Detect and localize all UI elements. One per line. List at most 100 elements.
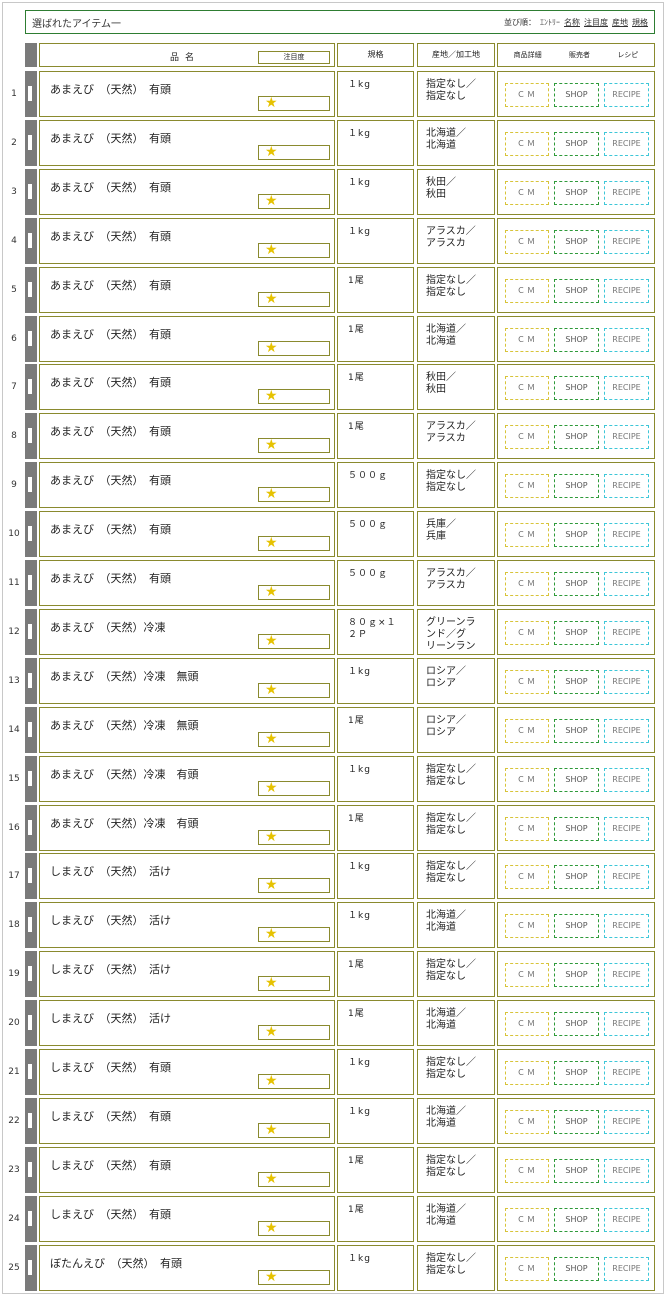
cm-button[interactable]: ＣＭ	[505, 865, 549, 889]
shop-button[interactable]: SHOP	[554, 817, 599, 841]
recipe-button[interactable]: RECIPE	[604, 328, 649, 352]
cm-button[interactable]: ＣＭ	[505, 376, 549, 400]
recipe-button[interactable]: RECIPE	[604, 719, 649, 743]
shop-button[interactable]: SHOP	[554, 376, 599, 400]
cm-button[interactable]: ＣＭ	[505, 1012, 549, 1036]
attention-rating[interactable]: ★	[258, 438, 330, 453]
cm-button[interactable]: ＣＭ	[505, 817, 549, 841]
sort-by-origin-link[interactable]: 産地	[612, 17, 628, 28]
attention-rating[interactable]: ★	[258, 536, 330, 551]
item-name[interactable]: しまえび （天然） 有頭	[50, 1157, 171, 1173]
cm-button[interactable]: ＣＭ	[505, 474, 549, 498]
item-name[interactable]: あまえび （天然）冷凍 無頭	[50, 717, 199, 733]
item-name[interactable]: あまえび （天然） 有頭	[50, 472, 171, 488]
attention-rating[interactable]: ★	[258, 1074, 330, 1089]
attention-rating[interactable]: ★	[258, 1270, 330, 1285]
recipe-button[interactable]: RECIPE	[604, 279, 649, 303]
cm-button[interactable]: ＣＭ	[505, 1110, 549, 1134]
attention-rating[interactable]: ★	[258, 389, 330, 404]
recipe-button[interactable]: RECIPE	[604, 914, 649, 938]
cm-button[interactable]: ＣＭ	[505, 1061, 549, 1085]
shop-button[interactable]: SHOP	[554, 279, 599, 303]
item-name[interactable]: あまえび （天然） 有頭	[50, 326, 171, 342]
attention-rating[interactable]: ★	[258, 194, 330, 209]
recipe-button[interactable]: RECIPE	[604, 1061, 649, 1085]
recipe-button[interactable]: RECIPE	[604, 1159, 649, 1183]
recipe-button[interactable]: RECIPE	[604, 474, 649, 498]
recipe-button[interactable]: RECIPE	[604, 1012, 649, 1036]
item-name[interactable]: ぼたんえび （天然） 有頭	[50, 1255, 182, 1271]
item-name[interactable]: あまえび （天然） 有頭	[50, 130, 171, 146]
sort-by-attention-link[interactable]: 注目度	[584, 17, 608, 28]
cm-button[interactable]: ＣＭ	[505, 963, 549, 987]
shop-button[interactable]: SHOP	[554, 1110, 599, 1134]
shop-button[interactable]: SHOP	[554, 963, 599, 987]
attention-rating[interactable]: ★	[258, 292, 330, 307]
recipe-button[interactable]: RECIPE	[604, 523, 649, 547]
attention-rating[interactable]: ★	[258, 145, 330, 160]
item-name[interactable]: あまえび （天然） 有頭	[50, 228, 171, 244]
attention-rating[interactable]: ★	[258, 878, 330, 893]
recipe-button[interactable]: RECIPE	[604, 230, 649, 254]
cm-button[interactable]: ＣＭ	[505, 181, 549, 205]
shop-button[interactable]: SHOP	[554, 328, 599, 352]
item-name[interactable]: しまえび （天然） 有頭	[50, 1206, 171, 1222]
cm-button[interactable]: ＣＭ	[505, 1159, 549, 1183]
recipe-button[interactable]: RECIPE	[604, 425, 649, 449]
attention-rating[interactable]: ★	[258, 1221, 330, 1236]
shop-button[interactable]: SHOP	[554, 523, 599, 547]
recipe-button[interactable]: RECIPE	[604, 621, 649, 645]
attention-rating[interactable]: ★	[258, 927, 330, 942]
item-name[interactable]: あまえび （天然） 有頭	[50, 570, 171, 586]
attention-rating[interactable]: ★	[258, 683, 330, 698]
shop-button[interactable]: SHOP	[554, 1208, 599, 1232]
shop-button[interactable]: SHOP	[554, 83, 599, 107]
cm-button[interactable]: ＣＭ	[505, 670, 549, 694]
item-name[interactable]: あまえび （天然）冷凍	[50, 619, 166, 635]
shop-button[interactable]: SHOP	[554, 768, 599, 792]
attention-rating[interactable]: ★	[258, 96, 330, 111]
cm-button[interactable]: ＣＭ	[505, 914, 549, 938]
item-name[interactable]: しまえび （天然） 活け	[50, 912, 171, 928]
item-name[interactable]: あまえび （天然） 有頭	[50, 81, 171, 97]
shop-button[interactable]: SHOP	[554, 1012, 599, 1036]
recipe-button[interactable]: RECIPE	[604, 865, 649, 889]
cm-button[interactable]: ＣＭ	[505, 132, 549, 156]
item-name[interactable]: しまえび （天然） 有頭	[50, 1059, 171, 1075]
attention-rating[interactable]: ★	[258, 781, 330, 796]
item-name[interactable]: しまえび （天然） 活け	[50, 1010, 171, 1026]
attention-rating[interactable]: ★	[258, 487, 330, 502]
attention-rating[interactable]: ★	[258, 1123, 330, 1138]
attention-rating[interactable]: ★	[258, 830, 330, 845]
shop-button[interactable]: SHOP	[554, 181, 599, 205]
attention-rating[interactable]: ★	[258, 732, 330, 747]
attention-rating[interactable]: ★	[258, 976, 330, 991]
recipe-button[interactable]: RECIPE	[604, 181, 649, 205]
item-name[interactable]: あまえび （天然） 有頭	[50, 374, 171, 390]
attention-rating[interactable]: ★	[258, 585, 330, 600]
item-name[interactable]: あまえび （天然）冷凍 有頭	[50, 815, 199, 831]
attention-rating[interactable]: ★	[258, 1025, 330, 1040]
item-name[interactable]: あまえび （天然） 有頭	[50, 423, 171, 439]
cm-button[interactable]: ＣＭ	[505, 621, 549, 645]
recipe-button[interactable]: RECIPE	[604, 83, 649, 107]
cm-button[interactable]: ＣＭ	[505, 328, 549, 352]
shop-button[interactable]: SHOP	[554, 670, 599, 694]
attention-rating[interactable]: ★	[258, 634, 330, 649]
shop-button[interactable]: SHOP	[554, 1061, 599, 1085]
cm-button[interactable]: ＣＭ	[505, 279, 549, 303]
shop-button[interactable]: SHOP	[554, 230, 599, 254]
shop-button[interactable]: SHOP	[554, 1159, 599, 1183]
item-name[interactable]: しまえび （天然） 活け	[50, 961, 171, 977]
sort-by-name-link[interactable]: 名称	[564, 17, 580, 28]
item-name[interactable]: しまえび （天然） 活け	[50, 863, 171, 879]
cm-button[interactable]: ＣＭ	[505, 1208, 549, 1232]
recipe-button[interactable]: RECIPE	[604, 572, 649, 596]
shop-button[interactable]: SHOP	[554, 865, 599, 889]
shop-button[interactable]: SHOP	[554, 132, 599, 156]
cm-button[interactable]: ＣＭ	[505, 230, 549, 254]
cm-button[interactable]: ＣＭ	[505, 719, 549, 743]
attention-rating[interactable]: ★	[258, 341, 330, 356]
item-name[interactable]: あまえび （天然） 有頭	[50, 277, 171, 293]
attention-rating[interactable]: ★	[258, 243, 330, 258]
